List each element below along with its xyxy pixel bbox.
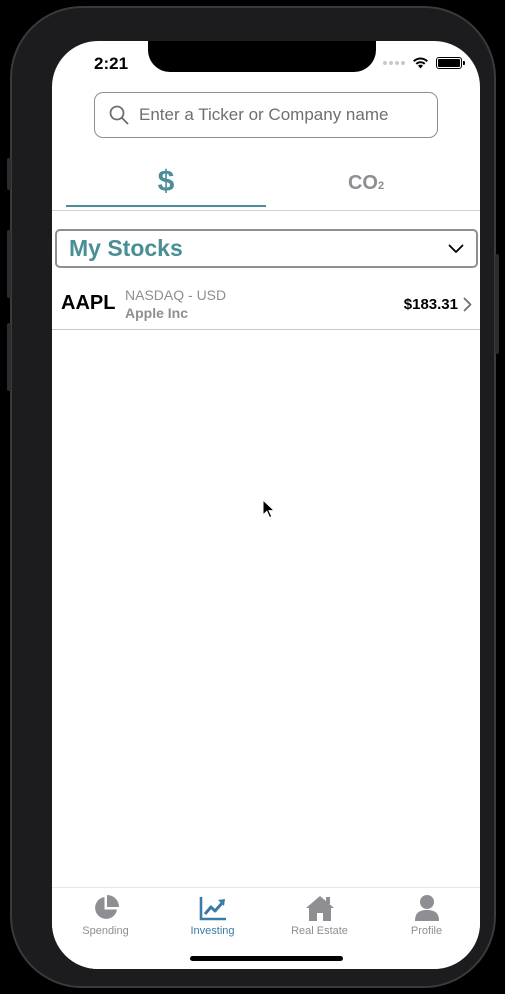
stock-price: $183.31 xyxy=(403,296,458,313)
search-bar[interactable] xyxy=(94,92,438,138)
chart-line-icon xyxy=(199,897,226,921)
tab-investing[interactable]: Investing xyxy=(159,894,266,937)
tab-dollar-label: $ xyxy=(157,165,175,198)
home-indicator[interactable] xyxy=(190,956,343,961)
mouse-cursor-icon xyxy=(262,499,276,519)
volume-down-button xyxy=(7,323,11,391)
tab-profile[interactable]: Profile xyxy=(373,894,480,937)
status-time: 2:21 xyxy=(94,54,129,73)
user-icon xyxy=(414,895,439,921)
phone-frame: 2:21 $ CO2 My Stoc xyxy=(7,6,499,988)
tab-dollar[interactable]: $ xyxy=(66,159,266,207)
battery-icon xyxy=(436,56,465,69)
tab-investing-label: Investing xyxy=(190,925,235,937)
stock-row-aapl[interactable]: AAPL NASDAQ - USD Apple Inc $183.31 xyxy=(52,278,480,330)
home-icon xyxy=(305,896,334,921)
search-icon xyxy=(109,105,129,125)
power-button xyxy=(495,254,499,354)
tab-co2[interactable]: CO 2 xyxy=(266,159,466,207)
tab-profile-label: Profile xyxy=(410,925,443,937)
volume-up-button xyxy=(7,230,11,298)
chevron-down-icon xyxy=(448,244,464,253)
app-screen: 2:21 $ CO2 My Stoc xyxy=(52,41,480,969)
currency-tabs: $ CO 2 xyxy=(52,159,480,211)
tab-co2-label: CO xyxy=(347,171,378,194)
tab-co2-subscript: 2 xyxy=(377,180,385,192)
pie-chart-icon xyxy=(94,895,119,919)
wifi-icon xyxy=(413,57,428,69)
tab-real-estate-label: Real Estate xyxy=(291,925,348,937)
tab-spending-label: Spending xyxy=(82,925,129,937)
stock-exchange: NASDAQ - USD xyxy=(125,287,227,303)
status-icons xyxy=(383,56,465,69)
tab-spending[interactable]: Spending xyxy=(52,894,159,937)
chevron-right-icon xyxy=(463,297,472,312)
signal-dots-icon xyxy=(383,60,405,65)
mute-switch xyxy=(7,158,11,190)
notch xyxy=(148,41,376,72)
stock-ticker: AAPL xyxy=(61,292,116,314)
dropdown-title: My Stocks xyxy=(69,235,183,261)
stock-company: Apple Inc xyxy=(125,305,189,321)
my-stocks-dropdown[interactable]: My Stocks xyxy=(55,229,478,268)
tab-real-estate[interactable]: Real Estate xyxy=(266,894,373,937)
search-input[interactable] xyxy=(139,105,419,125)
